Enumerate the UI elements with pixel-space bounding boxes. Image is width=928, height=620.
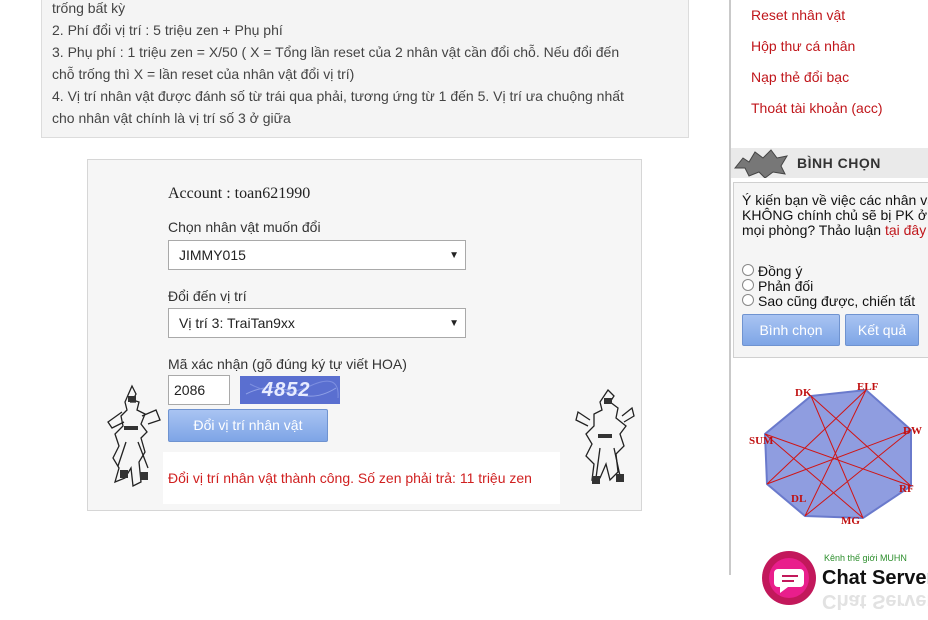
rule-line: 2. Phí đổi vị trí : 5 triệu zen + Phụ ph…	[52, 22, 283, 38]
captcha-text: 4852	[262, 379, 311, 401]
dragon-icon	[733, 149, 789, 178]
results-button[interactable]: Kết quả	[845, 314, 919, 346]
discussion-link[interactable]: tại đây	[885, 222, 926, 238]
radio-icon[interactable]	[742, 279, 754, 292]
chat-server-tagline: Kênh thế giới MUHN	[824, 553, 907, 563]
menu-reset-character[interactable]: Reset nhân vật	[751, 7, 845, 23]
vote-title: BÌNH CHỌN	[797, 155, 881, 171]
rule-line: 3. Phụ phí : 1 triệu zen = X/50 ( X = Tổ…	[52, 44, 620, 60]
class-label-rf: RF	[899, 483, 914, 495]
warrior-left-image	[107, 384, 161, 487]
captcha-image: 4852	[240, 376, 340, 404]
menu-inbox[interactable]: Hộp thư cá nhân	[751, 38, 855, 54]
vote-button[interactable]: Bình chọn	[742, 314, 840, 346]
rule-line: cho nhân vật chính là vị trí số 3 ở giữa	[52, 110, 291, 126]
target-position-label: Đổi đến vị trí	[168, 288, 247, 304]
character-select[interactable]: JIMMY015 ▼	[168, 240, 466, 270]
result-box: Đổi vị trí nhân vật thành công. Số zen p…	[163, 452, 560, 504]
dropdown-arrow-icon: ▼	[449, 318, 459, 329]
class-label-sum: SUM	[749, 435, 774, 447]
chat-server-reflection: Chat Server	[822, 590, 928, 612]
radio-icon[interactable]	[742, 294, 754, 307]
choose-character-label: Chọn nhân vật muốn đổi	[168, 219, 321, 235]
character-select-value: JIMMY015	[179, 247, 246, 263]
vote-panel: Ý kiến bạn về việc các nhân vật KHÔNG ch…	[733, 182, 928, 358]
captcha-input[interactable]: 2086	[168, 375, 230, 405]
captcha-label: Mã xác nhận (gõ đúng ký tự viết HOA)	[168, 356, 407, 372]
class-label-dw: DW	[903, 425, 922, 437]
rule-line: trống bất kỳ	[52, 0, 126, 16]
warrior-right-image	[575, 388, 635, 484]
vote-option-label: Đồng ý	[758, 263, 803, 279]
menu-topup[interactable]: Nạp thẻ đổi bạc	[751, 69, 849, 85]
vote-option-agree[interactable]: Đồng ý	[742, 263, 802, 279]
chat-bubble-icon	[762, 551, 816, 605]
class-label-dk: DK	[795, 387, 812, 399]
vote-option-neutral[interactable]: Sao cũng được, chiến tất	[742, 293, 915, 309]
account-label: Account : toan621990	[168, 185, 311, 202]
radio-icon[interactable]	[742, 264, 754, 277]
account-menu: Reset nhân vật Hộp thư cá nhân Nạp thẻ đ…	[731, 0, 928, 128]
position-select-value: Vị trí 3: TraiTan9xx	[179, 315, 295, 331]
vote-option-label: Phản đối	[758, 278, 814, 294]
position-select[interactable]: Vị trí 3: TraiTan9xx ▼	[168, 308, 466, 338]
swap-position-panel: Account : toan621990 Chọn nhân vật muốn …	[87, 159, 642, 511]
swap-position-button[interactable]: Đổi vị trí nhân vật	[168, 409, 328, 442]
class-relationship-diagram: DK ELF DW RF MG DL SUM	[749, 381, 922, 527]
result-message: Đổi vị trí nhân vật thành công. Số zen p…	[168, 470, 532, 486]
menu-logout[interactable]: Thoát tài khoản (acc)	[751, 100, 883, 116]
class-label-elf: ELF	[857, 381, 879, 393]
vote-option-disagree[interactable]: Phản đối	[742, 278, 813, 294]
rules-box: trống bất kỳ 2. Phí đổi vị trí : 5 triệu…	[41, 0, 689, 138]
class-label-mg: MG	[841, 515, 860, 527]
class-label-dl: DL	[791, 493, 806, 505]
chat-server-title: Chat Server	[822, 567, 928, 589]
rule-line: 4. Vị trí nhân vật được đánh số từ trái …	[52, 88, 624, 104]
vote-question: Ý kiến bạn về việc các nhân vật KHÔNG ch…	[742, 193, 928, 238]
rule-line: chỗ trống thì X = lần reset của nhân vật…	[52, 66, 355, 82]
chat-server-banner[interactable]: Kênh thế giới MUHN Chat Server Chat Serv…	[748, 535, 928, 620]
dropdown-arrow-icon: ▼	[449, 250, 459, 261]
vote-option-label: Sao cũng được, chiến tất	[758, 293, 916, 309]
vote-header: BÌNH CHỌN	[731, 148, 928, 178]
